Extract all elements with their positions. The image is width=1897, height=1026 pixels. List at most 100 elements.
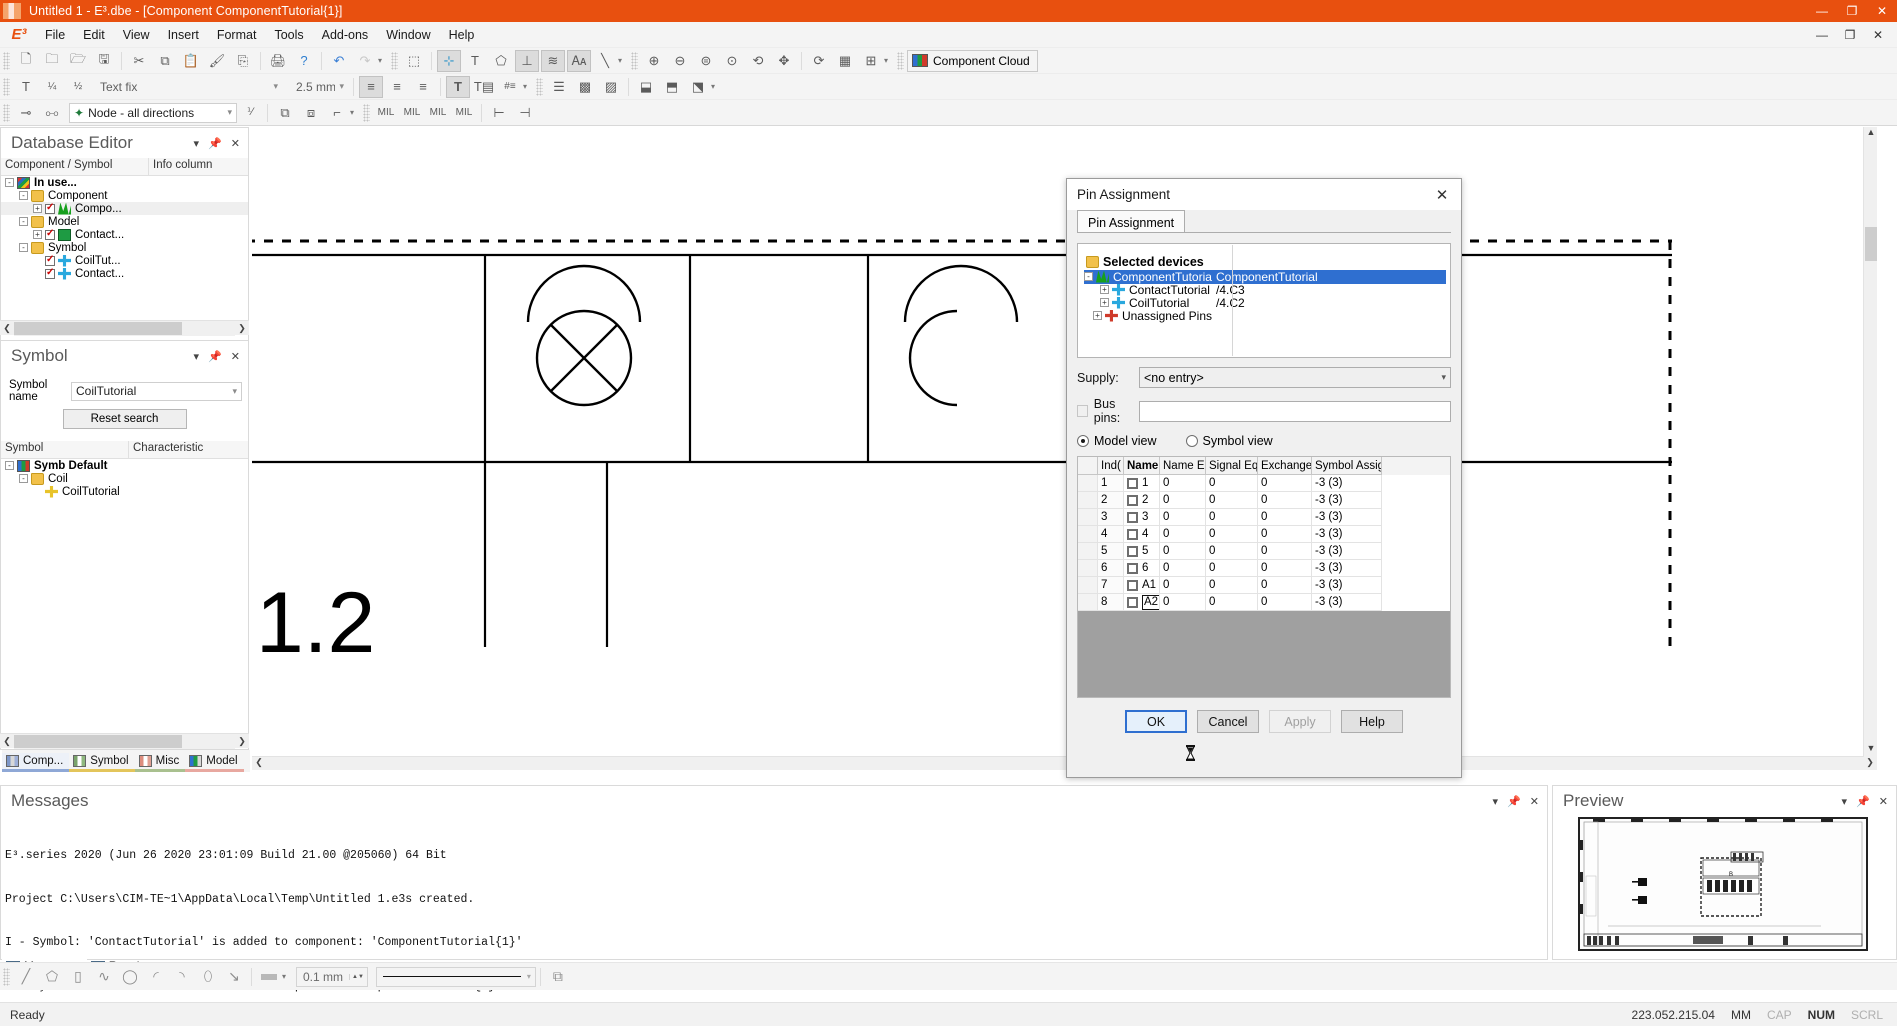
scroll-left-arrow-icon[interactable]: ❮ [0,736,14,747]
pin-symbol-assign-cell[interactable]: -3 (3) [1312,475,1382,492]
overflow-chevron-icon[interactable]: ▾ [618,56,628,65]
preview-canvas[interactable]: B [1553,816,1896,954]
tree-item-checkbox[interactable] [45,202,55,214]
pin-row[interactable]: 5 5 0 0 0 -3 (3) [1078,543,1450,560]
draw-circle-icon[interactable]: ◯ [117,966,143,988]
insert-text-icon[interactable]: T [463,50,487,72]
fraction-half-icon[interactable]: ½ [66,76,90,98]
row-selector-cell[interactable] [1078,509,1098,526]
pin-name-ec-cell[interactable]: 0 [1160,594,1206,611]
symbol-tree[interactable]: - Symb Default - Coil CoilTutorial [1,459,248,498]
tab-symbol[interactable]: Symbol [69,753,135,772]
menu-item-file[interactable]: File [36,25,74,45]
pin-name-cell[interactable]: 5 [1124,543,1160,560]
bus-pins-checkbox[interactable] [1077,405,1088,417]
undo-icon[interactable]: ↶ [327,50,351,72]
text-size-combo[interactable]: 2.5 mm ▾ [291,76,349,97]
supply-combo[interactable]: <no entry> ▾ [1139,367,1451,388]
new-file-icon[interactable]: 🗋 [14,50,38,72]
pin-signal-eq-cell[interactable]: 0 [1206,526,1258,543]
pin-name-ec-cell[interactable]: 0 [1160,560,1206,577]
box-view-3-icon[interactable]: ⬔ [686,76,710,98]
text-frame-icon[interactable]: T▤ [472,76,496,98]
pin-name-ec-cell[interactable]: 0 [1160,492,1206,509]
dock-pin-icon[interactable]: 📌 [208,350,222,363]
tree-item-checkbox[interactable] [45,267,55,279]
tab-misc[interactable]: Misc [134,753,186,772]
tree-item-contact[interactable]: Contact... [1,267,248,280]
connect-right-icon[interactable]: ⊣ [513,102,537,124]
draw-leader-icon[interactable]: ↘ [221,966,247,988]
open-recent-icon[interactable]: 🗁 [66,50,90,72]
devices-tree[interactable]: - ComponentTutorial ComponentTutorial + Cont… [1084,269,1446,323]
menu-item-window[interactable]: Window [377,25,439,45]
pin-symbol-assign-cell[interactable]: -3 (3) [1312,594,1382,611]
row-selector-cell[interactable] [1078,526,1098,543]
canvas-vscrollbar[interactable]: ▲ ▼ [1863,127,1877,757]
toolbar-grip[interactable] [536,77,543,96]
scroll-left-arrow-icon[interactable]: ❮ [0,323,14,334]
pin-name-ec-cell[interactable]: 0 [1160,475,1206,492]
draw-spline-icon[interactable]: ∿ [91,966,117,988]
arrange-shapes-icon[interactable]: ⧉ [545,966,571,988]
box-view-2-icon[interactable]: ⬒ [660,76,684,98]
expand-toggle-icon[interactable]: + [1100,285,1109,294]
mdi-minimize-button[interactable]: — [1809,28,1835,42]
canvas-hscrollbar[interactable]: ❮ ❯ [252,756,1877,770]
expand-toggle-icon[interactable]: + [1100,298,1109,307]
ungroup-icon[interactable]: ⧈ [299,102,323,124]
pin-name-checkbox[interactable] [1127,494,1138,506]
dock-pin-icon[interactable]: 📌 [208,137,222,150]
pin-row[interactable]: 1 1 0 0 0 -3 (3) [1078,475,1450,492]
dock-close-icon[interactable]: ✕ [1879,795,1888,808]
overflow-chevron-icon[interactable]: ▾ [711,82,721,91]
expand-toggle-icon[interactable]: + [1092,311,1102,320]
insert-symbol-icon[interactable]: ⊹ [437,49,461,72]
pin-row[interactable]: 7 A1 0 0 0 -3 (3) [1078,577,1450,594]
grid-column-header[interactable]: Name Ec [1160,457,1206,475]
pin-exchangeable-cell[interactable]: 0 [1258,526,1312,543]
window-maximize-button[interactable]: ❐ [1837,0,1867,22]
draw-rectangle-icon[interactable]: ▯ [65,966,91,988]
tree-item-compo[interactable]: + Compo... [1,202,248,215]
pin-name-ec-cell[interactable]: 0 [1160,543,1206,560]
toolbar-grip[interactable] [897,51,904,70]
zoom-out-icon[interactable]: ⊖ [668,50,692,72]
bus-pins-input[interactable] [1139,400,1451,422]
tree-item-in-use[interactable]: - In use... [1,176,248,189]
device-value-cell[interactable]: /4.C3 [1212,283,1446,297]
tree-item-coil[interactable]: - Coil [1,472,248,485]
scroll-right-arrow-icon[interactable]: ❯ [1863,757,1877,771]
dock-pin-icon[interactable]: 📌 [1507,795,1521,808]
expand-toggle-icon[interactable]: + [33,204,42,213]
mil-3-icon[interactable]: MIL [426,102,450,124]
pin-signal-eq-cell[interactable]: 0 [1206,543,1258,560]
refresh-icon[interactable]: ⟳ [807,50,831,72]
zoom-previous-icon[interactable]: ⟲ [746,50,770,72]
text-numbering-icon[interactable]: #≡ [498,76,522,98]
pin-signal-eq-cell[interactable]: 0 [1206,492,1258,509]
line-width-spinner[interactable]: 0.1 mm ▲▼ [296,966,368,987]
device-row[interactable]: + ContactTutorial/4.C3 [1084,283,1446,297]
pin-name-cell[interactable]: 1 [1124,475,1160,492]
tab-model[interactable]: Model [185,753,244,772]
insert-polygon-icon[interactable]: ⬠ [489,50,513,72]
fill-solid-icon[interactable]: ▩ [573,76,597,98]
selected-devices-list[interactable]: Selected devices - ComponentTutorial Compo… [1077,243,1451,358]
pin-exchangeable-cell[interactable]: 0 [1258,594,1312,611]
scroll-up-arrow-icon[interactable]: ▲ [1864,127,1878,141]
menu-item-view[interactable]: View [114,25,159,45]
column-header-symbol[interactable]: Symbol [1,441,129,458]
align-center-icon[interactable]: ≡ [385,76,409,98]
pin-name-editor[interactable]: A2 [1142,594,1159,610]
scroll-down-arrow-icon[interactable]: ▼ [1864,743,1878,757]
zoom-window-icon[interactable]: ⊙ [720,50,744,72]
device-value-cell[interactable]: ComponentTutorial [1212,269,1446,284]
cancel-button[interactable]: Cancel [1197,710,1259,733]
snap-icon[interactable]: ⊞ [859,50,883,72]
menu-item-addons[interactable]: Add-ons [313,25,378,45]
row-selector-cell[interactable] [1078,577,1098,594]
dock-close-icon[interactable]: ✕ [1530,795,1539,808]
pin-exchangeable-cell[interactable]: 0 [1258,577,1312,594]
pin-row[interactable]: 2 2 0 0 0 -3 (3) [1078,492,1450,509]
